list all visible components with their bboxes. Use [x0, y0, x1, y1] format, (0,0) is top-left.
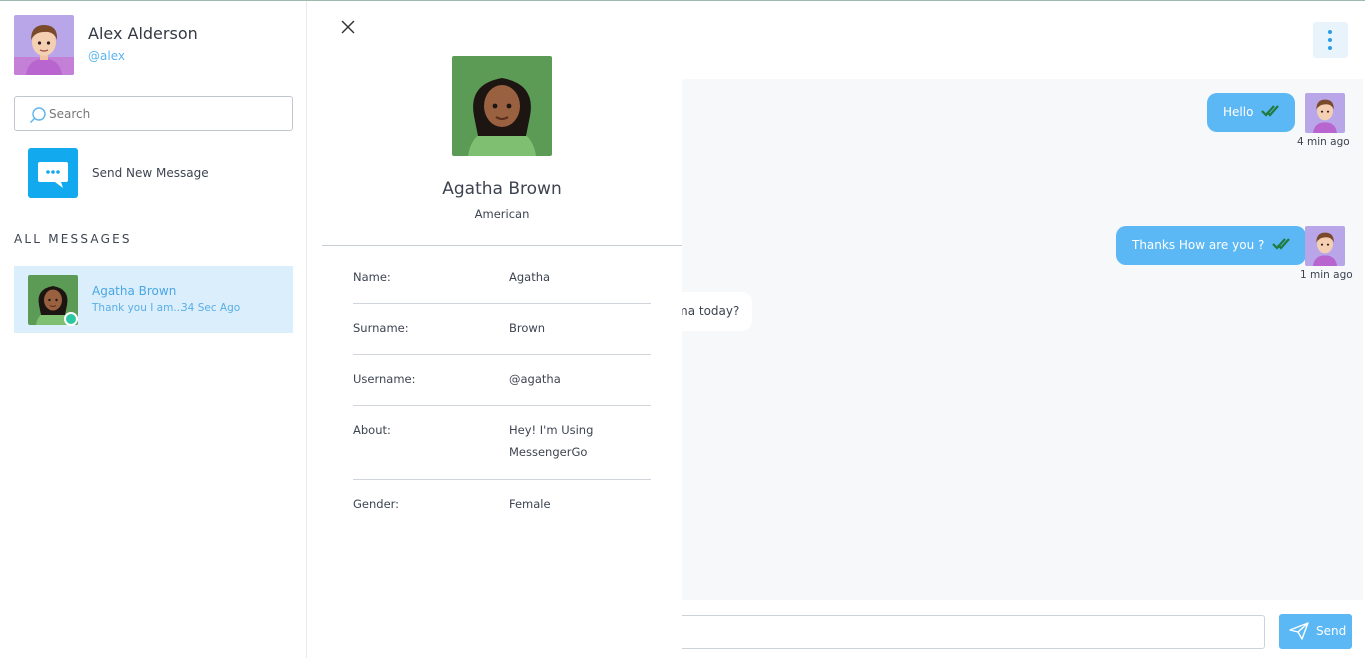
field-value: Hey! I'm Using MessengerGo [509, 423, 594, 459]
message-text: ma today? [676, 304, 740, 318]
conversation-time: 34 Sec Ago [181, 302, 241, 314]
field-label: Name: [353, 270, 391, 284]
more-vertical-icon [1328, 30, 1332, 34]
profile-subtitle: American [474, 207, 530, 221]
user-name: Alex Alderson [88, 24, 198, 43]
field-label: Gender: [353, 497, 400, 511]
search-icon [29, 106, 47, 124]
online-status-indicator [64, 312, 78, 326]
profile-field-about: About: Hey! I'm Using MessengerGo [353, 423, 651, 480]
user-handle: @alex [88, 49, 125, 63]
more-vertical-icon-dot [1328, 46, 1332, 50]
double-check-icon [1272, 238, 1291, 250]
field-label: About: [353, 423, 391, 437]
profile-field-name: Name: Agatha [353, 270, 651, 304]
profile-field-surname: Surname: Brown [353, 321, 651, 355]
field-value: Agatha [509, 270, 551, 284]
contact-profile-panel: Agatha Brown American Name: Agatha Surna… [322, 1, 682, 658]
chat-bubble-icon [28, 148, 78, 198]
double-check-icon [1261, 105, 1280, 117]
divider [322, 245, 682, 246]
profile-field-gender: Gender: Female [353, 497, 651, 531]
send-new-message-label: Send New Message [92, 166, 209, 180]
send-label: Send [1316, 624, 1347, 638]
conversation-preview: Thank you I am... [92, 302, 184, 314]
search-box[interactable] [14, 96, 293, 131]
message-time: 1 min ago [1300, 269, 1353, 281]
close-profile-button[interactable] [338, 17, 358, 37]
search-input[interactable] [49, 97, 289, 130]
field-label: Surname: [353, 321, 409, 335]
field-label: Username: [353, 372, 416, 386]
message-text: Thanks How are you ? [1132, 238, 1265, 252]
paper-plane-icon [1289, 622, 1309, 643]
sender-avatar [1305, 93, 1345, 133]
close-icon [341, 20, 355, 34]
send-new-message-button[interactable]: Send New Message [28, 148, 288, 200]
message-time: 4 min ago [1297, 136, 1350, 148]
profile-name: Agatha Brown [442, 179, 562, 199]
conversation-item[interactable]: Agatha Brown Thank you I am... 34 Sec Ag… [14, 266, 293, 333]
more-options-button[interactable] [1313, 22, 1348, 58]
conversation-name: Agatha Brown [92, 284, 177, 298]
outgoing-message: Thanks How are you ? [1116, 226, 1307, 265]
sender-avatar [1305, 226, 1345, 266]
user-avatar[interactable] [14, 15, 74, 75]
send-button[interactable]: Send [1279, 614, 1352, 649]
field-value: @agatha [509, 372, 561, 386]
profile-avatar [452, 56, 552, 156]
all-messages-heading: ALL MESSAGES [14, 232, 132, 246]
profile-field-username: Username: @agatha [353, 372, 651, 406]
outgoing-message: Hello [1207, 93, 1296, 132]
more-vertical-icon-dot [1328, 38, 1332, 42]
sidebar: Alex Alderson @alex Send New Message ALL… [0, 1, 307, 658]
field-value: Brown [509, 321, 546, 335]
message-text: Hello [1223, 105, 1254, 119]
field-value: Female [509, 497, 551, 511]
